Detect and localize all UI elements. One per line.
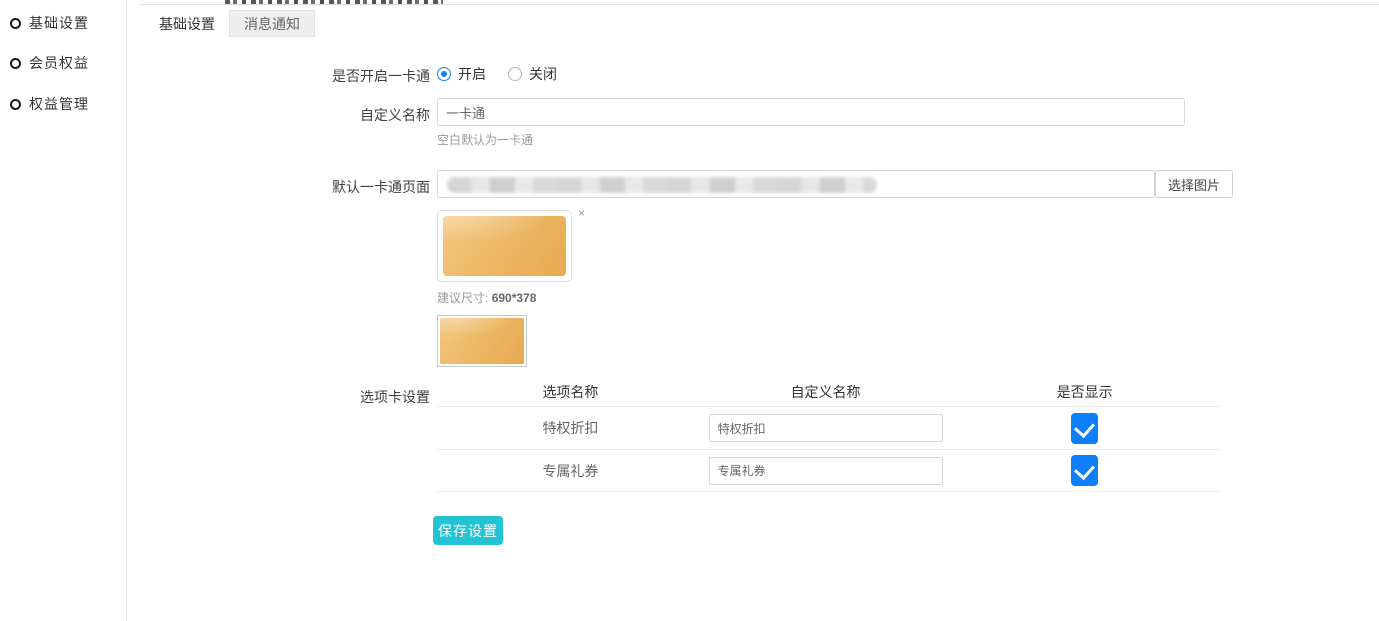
- radio-option-on[interactable]: 开启: [437, 64, 486, 84]
- table-header-row: 选项名称 自定义名称 是否显示: [437, 378, 1222, 406]
- sidebar-item-member-benefits[interactable]: 会员权益: [10, 53, 89, 73]
- size-hint-label: 建议尺寸:: [437, 291, 488, 305]
- gold-card-image: [443, 216, 566, 276]
- default-page-label: 默认一卡通页面: [127, 177, 430, 197]
- custom-name-label: 自定义名称: [127, 105, 430, 125]
- sidebar-item-label: 会员权益: [29, 53, 89, 73]
- image-preview-box[interactable]: [437, 210, 572, 282]
- option-custom-name-input[interactable]: [709, 457, 943, 485]
- redacted-value: [447, 177, 877, 193]
- visible-checkbox-checked[interactable]: [1071, 455, 1098, 486]
- close-icon[interactable]: ×: [578, 207, 585, 219]
- size-hint: 建议尺寸: 690*378: [437, 289, 536, 306]
- main-content: 基础设置 消息通知 是否开启一卡通 开启 关闭 自定义名称 空白默认为一卡通 默…: [127, 0, 1379, 621]
- circle-icon: [10, 58, 21, 69]
- sidebar-item-label: 权益管理: [29, 94, 89, 114]
- save-settings-button[interactable]: 保存设置: [433, 516, 503, 545]
- table-row: 专属礼券: [437, 449, 1222, 492]
- default-page-input[interactable]: [437, 170, 1155, 198]
- radio-selected-icon: [437, 67, 451, 81]
- sidebar-item-benefits-management[interactable]: 权益管理: [10, 94, 89, 114]
- tab-basic-settings[interactable]: 基础设置: [145, 10, 229, 37]
- col-header-visible: 是否显示: [947, 382, 1222, 402]
- circle-icon: [10, 99, 21, 110]
- tab-options-label: 选项卡设置: [127, 387, 430, 407]
- tab-bar: 基础设置 消息通知: [145, 10, 315, 37]
- custom-name-input[interactable]: [437, 98, 1185, 126]
- size-hint-value: 690*378: [492, 291, 537, 305]
- option-name: 特权折扣: [437, 418, 704, 438]
- top-divider: [140, 4, 1379, 5]
- sidebar-item-label: 基础设置: [29, 13, 89, 33]
- radio-label: 关闭: [529, 64, 557, 84]
- tab-options-table: 选项名称 自定义名称 是否显示 特权折扣 专属礼券: [437, 378, 1222, 492]
- visible-checkbox-checked[interactable]: [1071, 413, 1098, 444]
- radio-unselected-icon: [508, 67, 522, 81]
- option-name: 专属礼券: [437, 461, 704, 481]
- enable-card-label: 是否开启一卡通: [127, 66, 430, 86]
- enable-card-radio-group: 开启 关闭: [437, 64, 557, 84]
- circle-icon: [10, 18, 21, 29]
- option-custom-name-input[interactable]: [709, 414, 943, 442]
- gold-card-image: [440, 318, 524, 364]
- radio-label: 开启: [458, 64, 486, 84]
- col-header-custom-name: 自定义名称: [704, 382, 947, 402]
- col-header-option-name: 选项名称: [437, 382, 704, 402]
- table-row: 特权折扣: [437, 406, 1222, 449]
- small-image-thumb[interactable]: [437, 315, 527, 367]
- tab-message-notify[interactable]: 消息通知: [229, 10, 315, 37]
- sidebar-item-basic-settings[interactable]: 基础设置: [10, 13, 89, 33]
- radio-option-off[interactable]: 关闭: [508, 64, 557, 84]
- choose-image-button[interactable]: 选择图片: [1155, 170, 1233, 198]
- custom-name-hint: 空白默认为一卡通: [437, 131, 533, 148]
- sidebar: 基础设置 会员权益 权益管理: [0, 0, 127, 621]
- page: 基础设置 会员权益 权益管理 基础设置 消息通知 是否开启一卡通 开启: [0, 0, 1379, 621]
